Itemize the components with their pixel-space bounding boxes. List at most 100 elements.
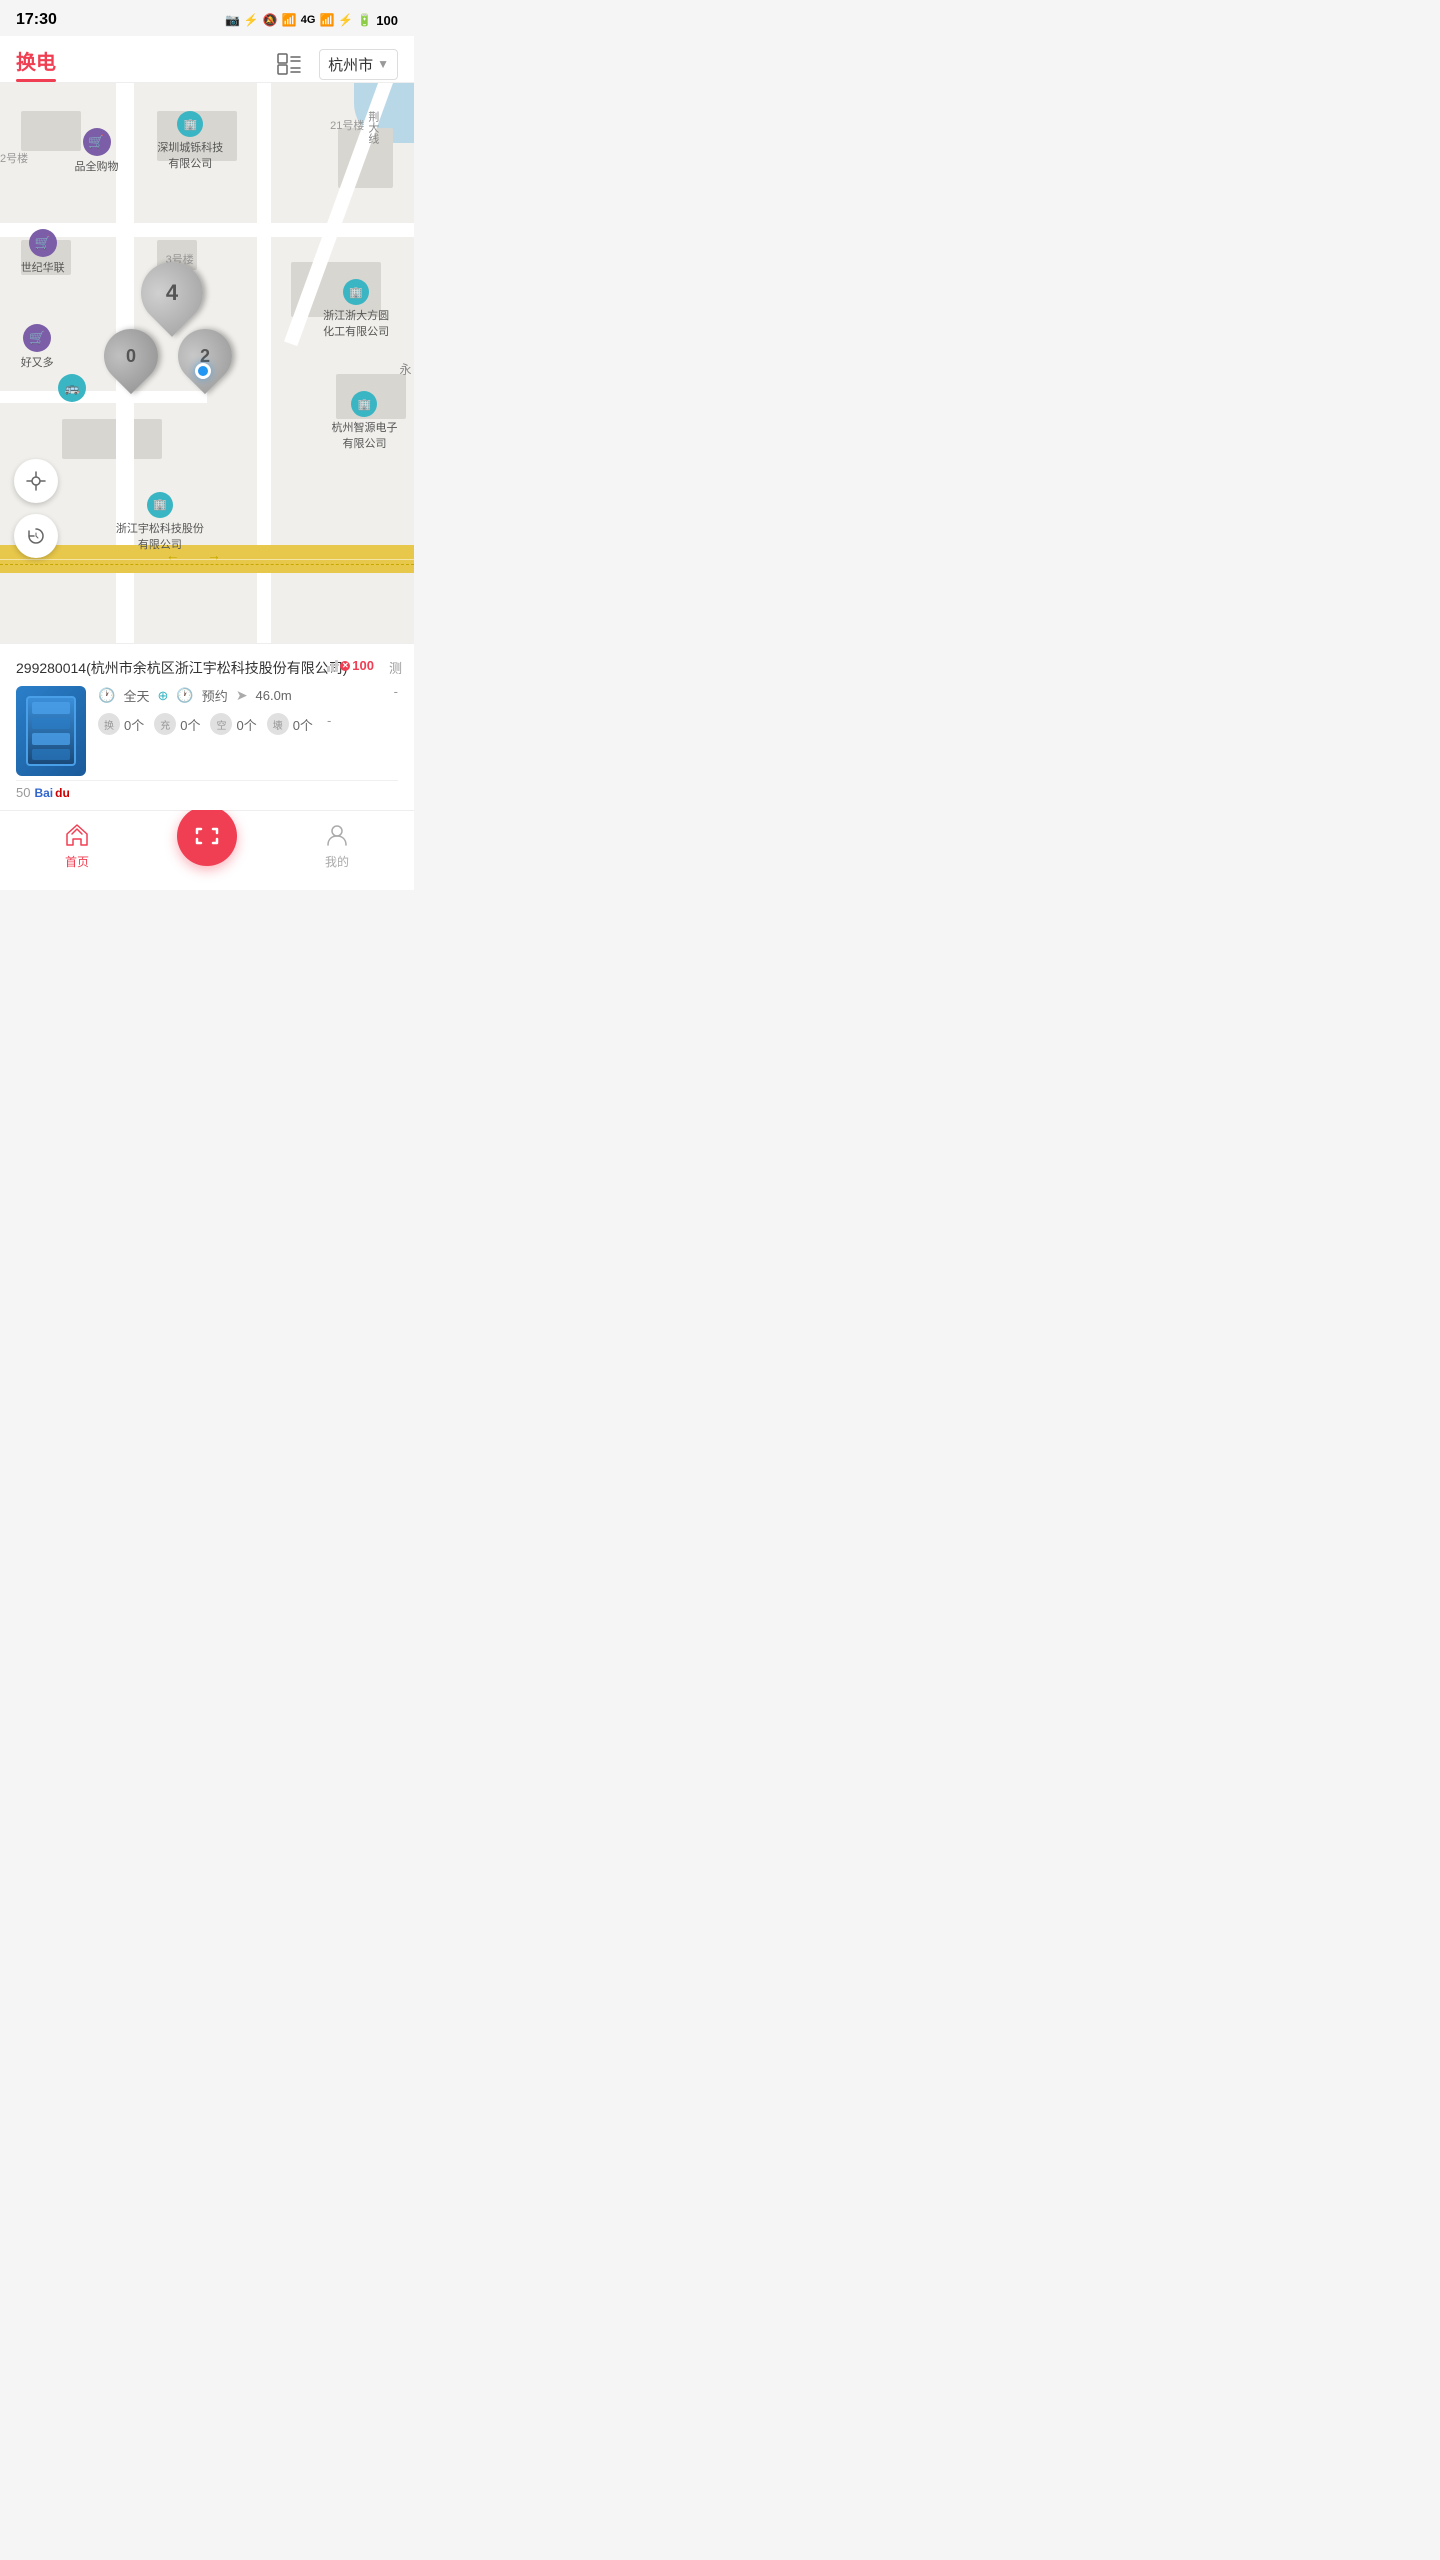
reservation-label: 预约 (202, 686, 228, 705)
nav-home[interactable]: 首页 (63, 821, 91, 870)
station-slots-visual (28, 698, 74, 764)
slot-huan: 换 0个 (98, 713, 144, 735)
battery-icon: 🔋 (357, 13, 372, 27)
header-title-wrap: 换电 (16, 46, 56, 82)
distance-label: 46.0m (256, 688, 292, 703)
label-haoyouduo: 好又多 (21, 354, 54, 370)
pin-marker-0[interactable]: 0 (104, 329, 158, 383)
signal-x-icon: ✕ (340, 661, 350, 671)
slot-icon-huan: 换 (98, 713, 120, 735)
building-icon-yusong: 🏢 (147, 492, 173, 518)
signal-bar-2 (331, 663, 334, 672)
pin-marker-4[interactable]: 4 (141, 262, 203, 324)
slot-count-huan: 0个 (124, 715, 144, 734)
header-title: 换电 (16, 46, 56, 79)
slot-visual-2 (32, 718, 70, 730)
slot-count-chong: 0个 (180, 715, 200, 734)
road-horizontal-2 (0, 391, 207, 403)
scan-icon (193, 825, 221, 847)
building-block-1 (21, 111, 81, 151)
clock-icon-2: 🕐 (176, 687, 193, 704)
station-card-body: 🕐 全天 ⊕ 🕐 预约 ➤ 46.0m 换 0个 充 0个 空 (16, 686, 398, 776)
road-name-jingdaxian: 荆大线 (365, 111, 381, 144)
header: 换电 杭州市 ▼ (0, 36, 414, 83)
slot-count-huai: 0个 (293, 715, 313, 734)
signal-bar-3 (335, 660, 338, 672)
road-arrow-right: → (207, 547, 221, 563)
label-zhiyuan: 杭州智源电子有限公司 (331, 419, 397, 451)
slot-icon-kong: 空 (210, 713, 232, 735)
label-pinquan: 品全购物 (75, 158, 119, 174)
slot-visual-4 (32, 749, 70, 761)
usb-icon: ⚡ (244, 13, 259, 27)
营业-icon: ⊕ (157, 688, 168, 704)
road-name-yong: 永 (397, 363, 414, 375)
slot-visual-3 (32, 733, 70, 745)
marker-zhejiang-yuanhua[interactable]: 🏢 浙江浙大方圆化工有限公司 (323, 279, 389, 337)
pin-label-4: 4 (146, 267, 198, 319)
signal-icon: 📶 (319, 13, 334, 27)
marker-shijihualian[interactable]: 🛒 世纪华联 (21, 229, 65, 273)
card-footer: 50 Bai du (16, 780, 398, 800)
store-icon-pinquan: 🛒 (83, 128, 111, 156)
nav-scan-button[interactable] (177, 806, 237, 866)
marker-bus[interactable]: 🚌 (58, 374, 86, 402)
marker-yusong[interactable]: 🏢 浙江宇松科技股份有限公司 (116, 492, 204, 550)
label-2hao: 2号楼 (0, 150, 28, 166)
baidu-text-2: du (55, 786, 70, 800)
bottom-nav: 首页 我的 (0, 810, 414, 890)
hours-label: 全天 (123, 686, 149, 705)
label-shijihualian: 世纪华联 (21, 259, 65, 275)
city-selector[interactable]: 杭州市 ▼ (319, 49, 398, 80)
map-container[interactable]: ← → 荆大线 永 2号楼 21号楼 3号楼 🛒 品全购物 🛒 世纪华联 🛒 好… (0, 83, 414, 643)
header-right: 杭州市 ▼ (275, 49, 398, 80)
4g-icon: 4G (301, 14, 316, 26)
me-label: 我的 (325, 853, 349, 870)
nav-me[interactable]: 我的 (323, 821, 351, 870)
label-yusong: 浙江宇松科技股份有限公司 (116, 520, 204, 552)
road-dash-line (0, 564, 414, 565)
station-image-inner (26, 696, 76, 766)
charge-icon: ⚡ (338, 13, 353, 27)
store-icon-shiji: 🛒 (29, 229, 57, 257)
station-card: 299280014(杭州市余杭区浙江宇松科技股份有限公司) ✕ 100 - (0, 643, 414, 810)
slot-dash: - (327, 713, 331, 735)
marker-haoyouduo[interactable]: 🛒 好又多 (21, 324, 54, 368)
battery-number: 100 (352, 658, 374, 673)
history-button[interactable] (14, 514, 58, 558)
battery-signal-area: ✕ 100 (327, 658, 374, 673)
building-icon-yuanhua: 🏢 (343, 279, 369, 305)
home-icon (63, 821, 91, 849)
grid-list-icon[interactable] (275, 50, 303, 78)
signal-bar-1 (327, 666, 330, 672)
marker-hangzhou-zhiyuan[interactable]: 🏢 杭州智源电子有限公司 (331, 391, 397, 449)
slot-count-kong: 0个 (236, 715, 256, 734)
current-location-dot (195, 363, 211, 379)
marker-shenzhen[interactable]: 🏢 深圳城铄科技有限公司 (157, 111, 223, 169)
status-bar: 17:30 📷 ⚡ 🔕 📶 4G 📶 ⚡ 🔋 100 (0, 0, 414, 36)
dash-indicator: - (394, 684, 398, 699)
building-icon-zhiyuan: 🏢 (351, 391, 377, 417)
hours-row: 🕐 全天 ⊕ 🕐 预约 ➤ 46.0m (98, 686, 398, 705)
slot-huai: 壊 0个 (267, 713, 313, 735)
marker-pinquan[interactable]: 🛒 品全购物 (75, 128, 119, 172)
header-title-underline (16, 79, 56, 82)
city-label: 杭州市 (328, 54, 373, 75)
locate-button[interactable] (14, 459, 58, 503)
slot-visual-1 (32, 702, 70, 714)
building-icon-shenzhen: 🏢 (177, 111, 203, 137)
station-info: 🕐 全天 ⊕ 🕐 预约 ➤ 46.0m 换 0个 充 0个 空 (98, 686, 398, 735)
slot-icon-chong: 充 (154, 713, 176, 735)
test-badge: 测 (389, 658, 402, 677)
station-image (16, 686, 86, 776)
building-block-7 (62, 419, 162, 459)
card-footer-50: 50 (16, 785, 30, 800)
navigation-icon: ➤ (236, 687, 248, 704)
clock-icon-1: 🕐 (98, 687, 115, 704)
baidu-logo: Bai du (34, 786, 69, 800)
mute-icon: 🔕 (263, 13, 278, 27)
wifi-icon: 📶 (282, 13, 297, 27)
label-21hao: 21号楼 (330, 117, 364, 133)
slot-chong: 充 0个 (154, 713, 200, 735)
signal-bars (327, 660, 338, 672)
